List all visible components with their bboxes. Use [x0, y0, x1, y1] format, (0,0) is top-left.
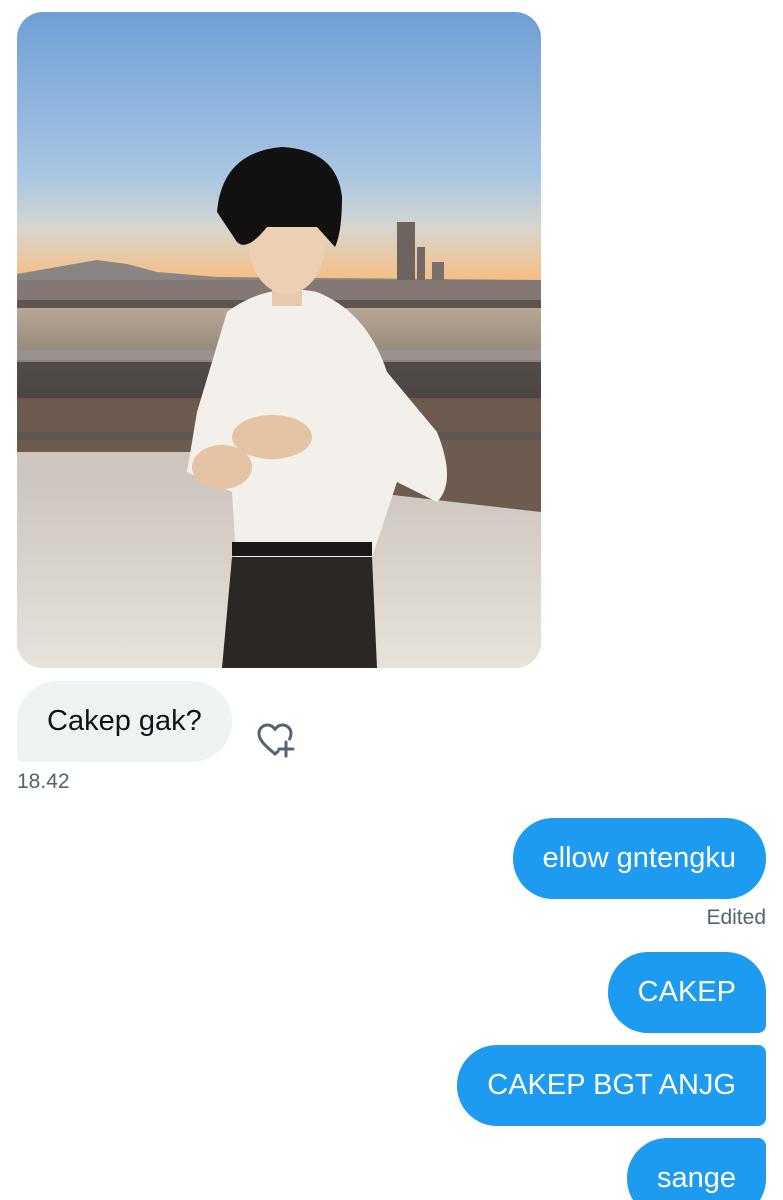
sent-message-bubble[interactable]: ellow gntengku — [512, 818, 766, 899]
sent-message-bubble[interactable]: sange — [626, 1138, 766, 1200]
received-timestamp: 18.42 — [17, 770, 70, 793]
edited-label: Edited — [706, 906, 766, 929]
sent-message-bubble[interactable]: CAKEP BGT ANJG — [457, 1045, 766, 1126]
received-message-bubble[interactable]: Cakep gak? — [17, 681, 232, 762]
add-reaction-button[interactable] — [255, 720, 295, 760]
heart-plus-icon — [257, 723, 295, 758]
received-photo[interactable] — [17, 12, 541, 668]
conversation-thread: Cakep gak? 18.42 ellow gntengku Edited C… — [0, 0, 783, 1200]
sent-message-bubble[interactable]: CAKEP — [607, 952, 766, 1033]
photo-image — [17, 12, 541, 668]
